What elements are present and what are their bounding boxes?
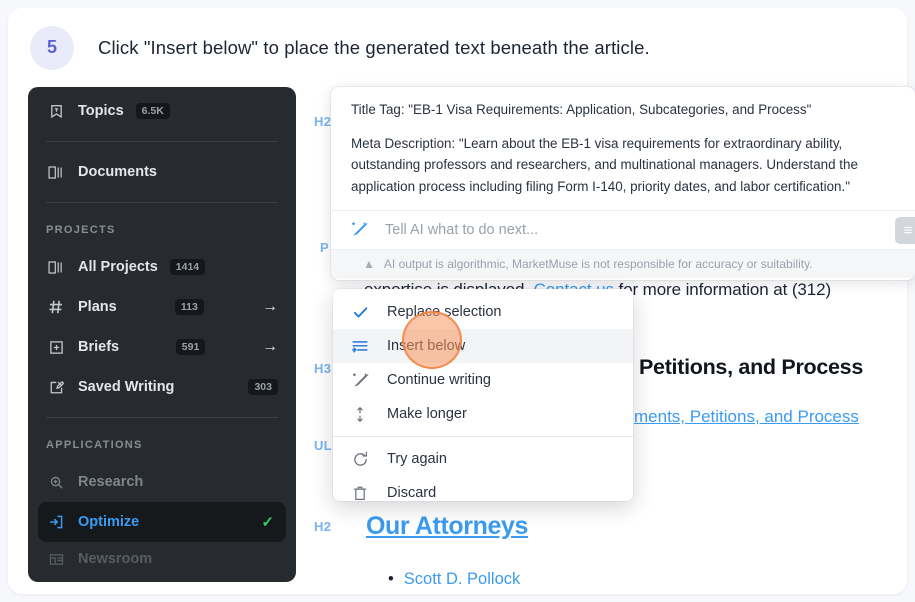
sidebar-item-briefs[interactable]: Briefs 591 →	[28, 327, 296, 367]
ai-send-button[interactable]: ≡	[895, 216, 915, 244]
topics-icon	[46, 101, 66, 121]
menu-item-label: Continue writing	[387, 372, 491, 388]
sidebar-divider-1	[46, 141, 278, 142]
sidebar: Topics 6.5K Documents PROJECTS All Proje…	[28, 87, 296, 582]
document-h2-heading[interactable]: Our Attorneys	[366, 512, 528, 541]
sidebar-item-label: Optimize	[78, 514, 140, 530]
step-number-badge: 5	[30, 25, 74, 70]
magic-pencil-icon	[349, 369, 371, 391]
menu-item-label: Insert below	[387, 338, 466, 354]
arrow-right-icon[interactable]: →	[262, 339, 278, 355]
menu-item-replace-selection[interactable]: Replace selection	[333, 295, 633, 329]
sidebar-item-label: Briefs	[78, 339, 120, 355]
refresh-icon	[349, 448, 371, 470]
optimize-icon	[46, 512, 66, 532]
menu-item-label: Make longer	[387, 406, 467, 422]
ai-disclaimer-text: AI output is algorithmic, MarketMuse is …	[383, 256, 813, 271]
document-list-item[interactable]: • Scott D. Pollock	[388, 570, 520, 589]
check-icon	[349, 301, 371, 323]
sidebar-item-optimize[interactable]: Optimize ✓	[38, 502, 286, 542]
expand-vertical-icon	[349, 403, 371, 425]
projects-icon	[46, 257, 66, 277]
block-tag-h2-bottom: H2	[314, 519, 332, 534]
sidebar-divider-3	[46, 417, 278, 418]
saved-writing-icon	[46, 377, 66, 397]
sidebar-item-documents[interactable]: Documents	[28, 152, 296, 192]
block-tag-p: P	[320, 240, 329, 255]
sidebar-badge: 113	[174, 298, 204, 316]
menu-item-insert-below[interactable]: Insert below	[333, 329, 633, 363]
list-item-label: Scott D. Pollock	[403, 570, 521, 588]
sidebar-item-label: Saved Writing	[78, 379, 175, 395]
sidebar-item-label: Documents	[78, 164, 157, 180]
sidebar-section-applications: APPLICATIONS	[46, 439, 143, 451]
sidebar-badge: 1414	[169, 258, 206, 276]
newsroom-icon	[46, 549, 66, 569]
insert-below-icon	[349, 335, 371, 357]
arrow-right-icon[interactable]: →	[262, 299, 278, 315]
menu-item-make-longer[interactable]: Make longer	[333, 397, 633, 431]
document-h3-heading: Petitions, and Process	[639, 355, 864, 379]
ai-action-menu: Replace selection Insert below Continue …	[333, 289, 633, 501]
sidebar-badge: 303	[248, 378, 278, 396]
sidebar-item-label: All Projects	[78, 259, 158, 275]
ai-output-text: Title Tag: "EB-1 Visa Requirements: Appl…	[331, 87, 915, 210]
sidebar-item-research[interactable]: Research	[28, 462, 296, 502]
menu-item-label: Replace selection	[387, 304, 502, 320]
instruction-text: Click "Insert below" to place the genera…	[98, 36, 650, 58]
sidebar-item-label: Plans	[78, 299, 117, 315]
trash-icon	[349, 482, 371, 501]
menu-item-label: Try again	[387, 451, 447, 467]
ai-meta-description-line: Meta Description: "Learn about the EB-1 …	[351, 135, 858, 195]
sidebar-item-label: Topics	[78, 103, 124, 119]
research-icon	[46, 472, 66, 492]
ai-output-panel: Title Tag: "EB-1 Visa Requirements: Appl…	[331, 87, 915, 280]
block-tag-h3: H3	[314, 361, 332, 376]
warning-icon: ▲	[363, 256, 375, 271]
sidebar-item-label: Newsroom	[78, 551, 153, 567]
sidebar-item-topics[interactable]: Topics 6.5K	[28, 91, 296, 131]
menu-item-try-again[interactable]: Try again	[333, 442, 633, 476]
menu-item-discard[interactable]: Discard	[333, 476, 633, 501]
sidebar-item-saved-writing[interactable]: Saved Writing 303	[28, 367, 296, 407]
paragraph-after-text: for more information at (312)	[613, 280, 832, 299]
sidebar-section-projects: PROJECTS	[46, 224, 116, 236]
block-tag-ul: UL	[314, 438, 332, 453]
sidebar-item-newsroom[interactable]: Newsroom	[28, 546, 296, 572]
menu-divider	[333, 436, 633, 437]
magic-pencil-icon	[349, 220, 369, 240]
ai-prompt-placeholder: Tell AI what to do next...	[385, 221, 539, 238]
check-icon: ✓	[261, 514, 274, 531]
sidebar-item-all-projects[interactable]: All Projects 1414	[28, 247, 296, 287]
list-bullet-icon: •	[388, 570, 394, 588]
hash-icon	[46, 297, 66, 317]
block-tag-h2-top: H2	[314, 114, 332, 129]
sidebar-badge: 6.5K	[135, 102, 170, 120]
briefs-icon	[46, 337, 66, 357]
screenshot-root: 5 Click "Insert below" to place the gene…	[0, 0, 915, 602]
sidebar-divider-2	[46, 202, 278, 203]
menu-item-label: Discard	[387, 485, 437, 501]
sidebar-badge: 591	[175, 338, 206, 356]
ai-title-tag-line: Title Tag: "EB-1 Visa Requirements: Appl…	[351, 102, 812, 117]
ai-prompt-input-row[interactable]: Tell AI what to do next... ≡	[331, 209, 915, 249]
documents-icon	[46, 162, 66, 182]
instruction-banner: 5 Click "Insert below" to place the gene…	[8, 8, 907, 87]
ai-disclaimer: ▲ AI output is algorithmic, MarketMuse i…	[331, 248, 915, 278]
sidebar-item-plans[interactable]: Plans 113 →	[28, 287, 296, 327]
menu-item-continue-writing[interactable]: Continue writing	[333, 363, 633, 397]
document-ul-link[interactable]: ments, Petitions, and Process	[634, 407, 859, 427]
sidebar-item-label: Research	[78, 474, 144, 490]
